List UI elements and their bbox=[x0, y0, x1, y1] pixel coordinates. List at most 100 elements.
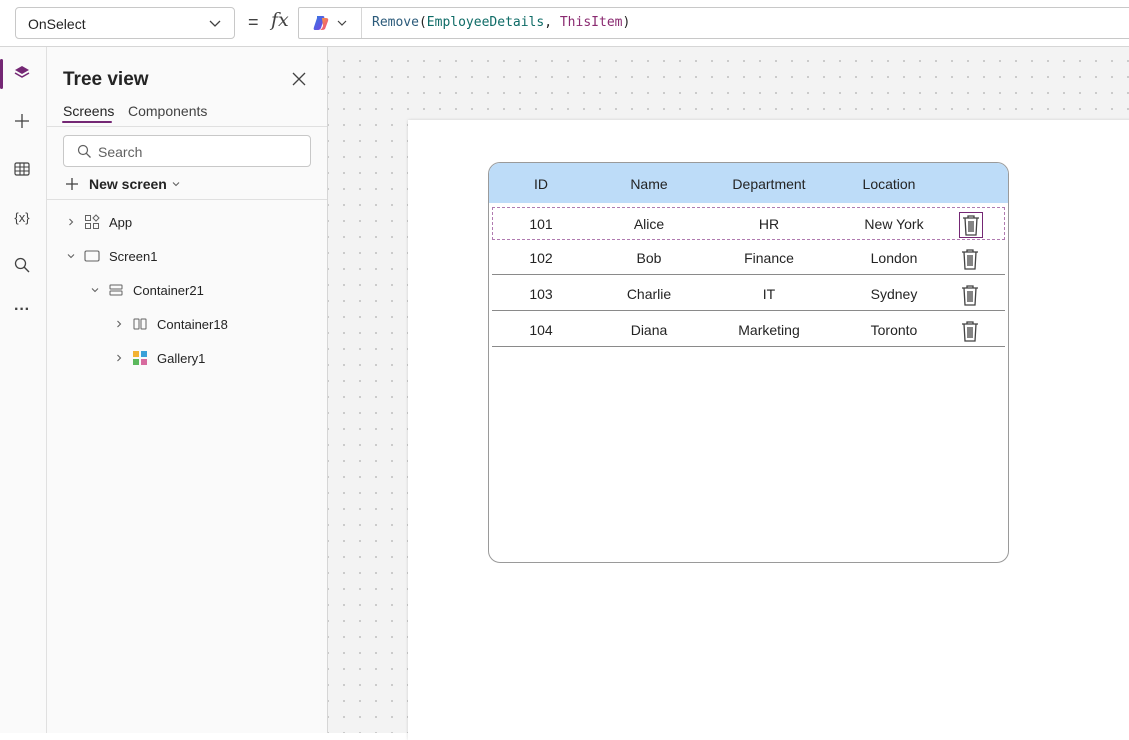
tree-node-gallery1[interactable]: Gallery1 bbox=[114, 347, 205, 369]
cell-department: HR bbox=[758, 216, 780, 232]
tab-components[interactable]: Components bbox=[128, 103, 207, 119]
search-input[interactable] bbox=[98, 142, 298, 162]
chevron-down-icon[interactable] bbox=[66, 251, 76, 261]
formula-separator: , bbox=[544, 15, 560, 30]
delete-button[interactable] bbox=[958, 318, 982, 344]
trash-icon bbox=[962, 285, 978, 306]
gallery-row[interactable]: 102 Bob Finance London bbox=[492, 242, 1005, 275]
rail-search-button[interactable] bbox=[0, 243, 44, 287]
screen-icon bbox=[84, 250, 100, 262]
design-canvas[interactable]: ID Name Department Location 101 Alice HR… bbox=[328, 47, 1129, 740]
tree-node-container21[interactable]: Container21 bbox=[90, 279, 204, 301]
vertical-container-icon bbox=[109, 284, 123, 296]
chevron-down-icon[interactable] bbox=[90, 285, 100, 295]
property-value: OnSelect bbox=[28, 16, 86, 32]
trash-icon bbox=[962, 249, 978, 270]
new-screen-label: New screen bbox=[89, 176, 167, 192]
cell-id: 102 bbox=[529, 250, 553, 266]
gallery-container[interactable]: ID Name Department Location 101 Alice HR… bbox=[488, 162, 1009, 563]
tab-screens[interactable]: Screens bbox=[63, 103, 114, 119]
header-id: ID bbox=[534, 176, 548, 192]
trash-icon bbox=[963, 215, 979, 236]
tree-view-icon bbox=[14, 66, 30, 78]
cell-name: Charlie bbox=[626, 286, 672, 302]
chevron-right-icon[interactable] bbox=[114, 319, 124, 329]
cell-name: Alice bbox=[633, 216, 665, 232]
header-location: Location bbox=[862, 176, 916, 192]
search-icon bbox=[14, 257, 30, 273]
gallery-row[interactable]: 103 Charlie IT Sydney bbox=[492, 278, 1005, 311]
gallery-row[interactable]: 104 Diana Marketing Toronto bbox=[492, 314, 1005, 347]
fx-icon[interactable]: fx bbox=[271, 9, 289, 31]
active-tab-indicator bbox=[62, 121, 112, 123]
gallery-header: ID Name Department Location bbox=[489, 163, 1008, 203]
tree-node-label: Gallery1 bbox=[157, 350, 206, 366]
formula-text[interactable]: Remove(EmployeeDetails, ThisItem) bbox=[372, 15, 630, 30]
tree-node-label: App bbox=[109, 214, 133, 230]
tree-node-label: Screen1 bbox=[109, 248, 158, 264]
tree-search-box[interactable] bbox=[63, 135, 311, 167]
chevron-right-icon[interactable] bbox=[66, 217, 76, 227]
chevron-down-icon bbox=[209, 20, 221, 27]
tree-node-app[interactable]: App bbox=[66, 211, 132, 233]
formula-bar: OnSelect = fx Remove(EmployeeDetails, Th… bbox=[0, 0, 1129, 47]
close-icon[interactable] bbox=[291, 71, 307, 87]
delete-button[interactable] bbox=[958, 246, 982, 272]
cell-location: Toronto bbox=[870, 322, 918, 338]
more-icon: ··· bbox=[14, 301, 30, 318]
cell-location: London bbox=[870, 250, 918, 266]
tree-divider bbox=[47, 199, 327, 200]
chevron-down-icon bbox=[172, 182, 180, 187]
gallery-row[interactable]: 101 Alice HR New York bbox=[492, 207, 1005, 240]
search-icon bbox=[77, 144, 91, 158]
app-screen[interactable]: ID Name Department Location 101 Alice HR… bbox=[408, 120, 1129, 740]
formula-function: Remove bbox=[372, 15, 419, 30]
formula-input[interactable]: Remove(EmployeeDetails, ThisItem) bbox=[298, 7, 1129, 39]
cell-department: Marketing bbox=[738, 322, 800, 338]
delete-button[interactable] bbox=[959, 212, 983, 238]
rail-tree-view-button[interactable] bbox=[0, 51, 44, 95]
chevron-right-icon[interactable] bbox=[114, 353, 124, 363]
property-dropdown[interactable]: OnSelect bbox=[15, 7, 235, 39]
copilot-button[interactable] bbox=[299, 8, 362, 38]
header-department: Department bbox=[732, 176, 806, 192]
header-name: Name bbox=[630, 176, 668, 192]
cell-name: Diana bbox=[630, 322, 668, 338]
tree-view-title: Tree view bbox=[63, 69, 149, 90]
tree-node-label: Container21 bbox=[133, 282, 204, 298]
formula-arg-thisitem: ThisItem bbox=[559, 15, 623, 30]
rail-more-button[interactable]: ··· bbox=[0, 288, 44, 332]
tree-node-screen1[interactable]: Screen1 bbox=[66, 245, 157, 267]
cell-location: New York bbox=[864, 216, 924, 232]
formula-arg-datasource: EmployeeDetails bbox=[426, 15, 545, 30]
plus-icon bbox=[66, 178, 78, 190]
cell-department: IT bbox=[762, 286, 776, 302]
rail-active-indicator bbox=[0, 59, 3, 89]
cell-department: Finance bbox=[744, 250, 794, 266]
trash-icon bbox=[962, 321, 978, 342]
data-icon bbox=[14, 162, 30, 176]
left-rail: {x} ··· bbox=[0, 47, 47, 733]
insert-icon bbox=[15, 114, 29, 128]
cell-name: Bob bbox=[636, 250, 662, 266]
rail-data-button[interactable] bbox=[0, 147, 44, 191]
rail-variables-button[interactable]: {x} bbox=[0, 195, 44, 239]
chevron-down-icon bbox=[337, 20, 347, 26]
tree-view-pane: Tree view Screens Components New screen … bbox=[47, 47, 328, 733]
formula-paren-open: ( bbox=[418, 15, 427, 30]
formula-paren-close: ) bbox=[622, 15, 631, 30]
horizontal-container-icon bbox=[133, 318, 147, 330]
copilot-icon bbox=[313, 16, 329, 30]
cell-id: 103 bbox=[529, 286, 553, 302]
cell-id: 101 bbox=[529, 216, 553, 232]
new-screen-button[interactable]: New screen bbox=[65, 174, 181, 194]
tree-node-container18[interactable]: Container18 bbox=[114, 313, 228, 335]
delete-button[interactable] bbox=[958, 282, 982, 308]
equals-sign: = bbox=[248, 12, 259, 32]
tree-node-label: Container18 bbox=[157, 316, 228, 332]
cell-id: 104 bbox=[529, 322, 553, 338]
variables-icon: {x} bbox=[14, 209, 30, 225]
cell-location: Sydney bbox=[870, 286, 918, 302]
gallery-icon bbox=[133, 351, 147, 365]
rail-insert-button[interactable] bbox=[0, 99, 44, 143]
